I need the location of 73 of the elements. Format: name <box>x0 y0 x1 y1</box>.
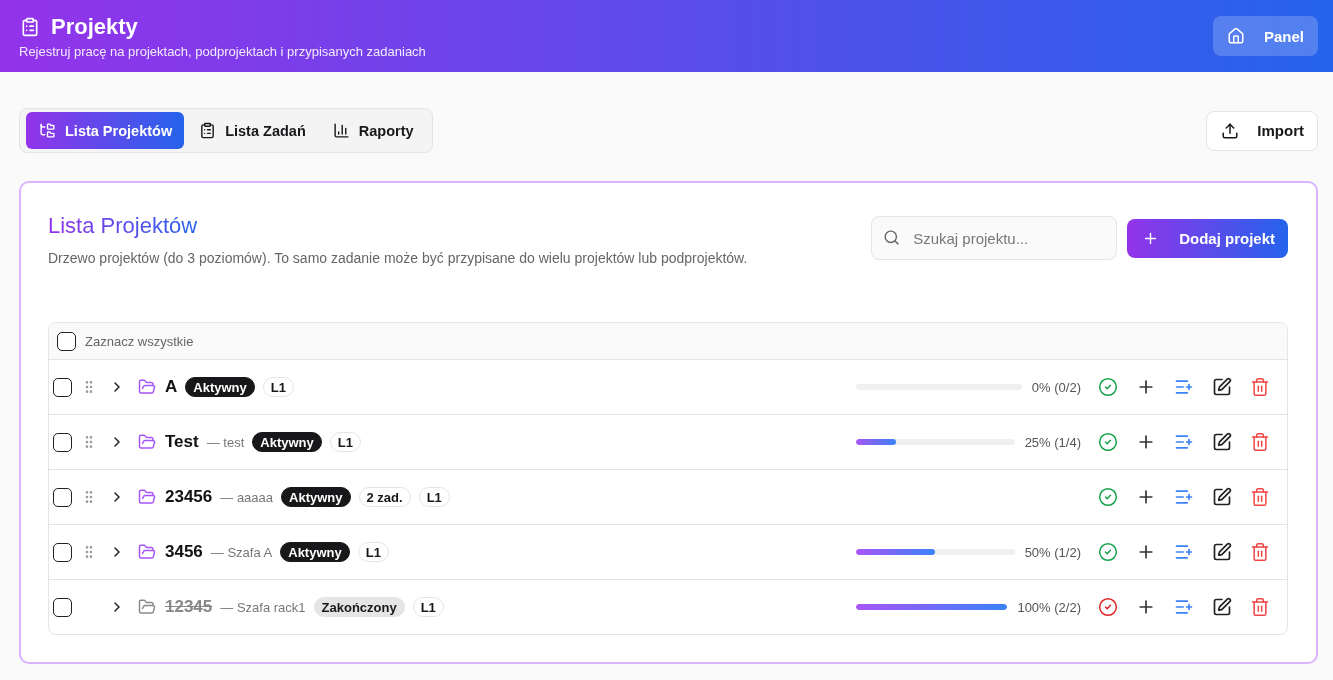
progress-reading: 0% (0/2) <box>1031 379 1081 395</box>
page-subtitle: Rejestruj pracę na projektach, podprojektach i przypisanych zadaniach <box>19 42 426 60</box>
clipboard-icon <box>199 122 217 139</box>
list-plus-icon[interactable] <box>1174 432 1194 452</box>
progress-reading: 25% (1/4) <box>1024 434 1081 450</box>
status-badge: Aktywny <box>185 377 255 397</box>
check-circle-icon[interactable] <box>1098 597 1118 617</box>
folder-icon <box>138 488 156 506</box>
progress-reading: 50% (1/2) <box>1024 544 1081 560</box>
progress-reading: 100% (2/2) <box>1017 599 1081 615</box>
list-plus-icon[interactable] <box>1174 487 1194 507</box>
check-circle-icon[interactable] <box>1098 487 1118 507</box>
row-checkbox[interactable] <box>53 542 72 562</box>
project-note: — Szafa A <box>210 544 273 560</box>
project-note: — Szafa rack1 <box>220 599 306 615</box>
project-name: Test <box>165 432 199 452</box>
status-badge: Aktywny <box>280 542 350 562</box>
add-project-button[interactable]: Dodaj projekt <box>1127 218 1288 258</box>
project-note: — aaaaa <box>220 489 274 505</box>
status-badge: Aktywny <box>281 487 351 507</box>
project-name: 12345 <box>165 597 213 617</box>
check-circle-icon[interactable] <box>1098 377 1118 397</box>
tree-icon <box>39 122 56 139</box>
tab[interactable]: Lista Zadań <box>186 112 318 149</box>
check-circle-icon[interactable] <box>1098 432 1118 452</box>
tab[interactable]: Lista Projektów <box>26 112 185 149</box>
project-name: A <box>165 377 178 397</box>
card-description: Drzewo projektów (do 3 poziomów). To samo zadanie może być przypisane do wielu projektów lub podprojektów. <box>48 249 748 268</box>
select-all-checkbox[interactable] <box>57 331 76 351</box>
upload-icon <box>1221 121 1240 140</box>
trash-icon[interactable] <box>1250 597 1270 617</box>
check-circle-icon[interactable] <box>1098 542 1118 562</box>
trash-icon[interactable] <box>1250 432 1270 452</box>
edit-icon[interactable] <box>1212 597 1232 617</box>
folder-icon <box>138 378 156 396</box>
project-name: 3456 <box>165 542 203 562</box>
level-badge: L1 <box>412 597 444 617</box>
row-checkbox[interactable] <box>53 487 72 507</box>
panel-button[interactable]: Panel <box>1212 16 1318 56</box>
level-badge: L1 <box>357 542 389 562</box>
folder-icon <box>138 598 156 616</box>
folder-icon <box>138 543 156 561</box>
bar-chart-icon <box>332 122 350 139</box>
search-icon <box>883 229 901 246</box>
home-icon <box>1226 27 1245 45</box>
level-badge: L1 <box>262 377 294 397</box>
page-title: Projekty <box>51 12 138 41</box>
task-count-badge: 2 zad. <box>358 487 411 507</box>
select-all-label: Zaznacz wszystkie <box>85 333 194 349</box>
trash-icon[interactable] <box>1250 487 1270 507</box>
search-field[interactable]: Szukaj projektu... <box>871 216 1118 260</box>
tab[interactable]: Raporty <box>319 112 426 149</box>
list-plus-icon[interactable] <box>1174 377 1194 397</box>
trash-icon[interactable] <box>1250 377 1270 397</box>
list-plus-icon[interactable] <box>1174 597 1194 617</box>
level-badge: L1 <box>329 432 361 452</box>
project-note: — test <box>206 434 245 450</box>
edit-icon[interactable] <box>1212 487 1232 507</box>
edit-icon[interactable] <box>1212 377 1232 397</box>
edit-icon[interactable] <box>1212 542 1232 562</box>
import-button[interactable]: Import <box>1206 110 1318 151</box>
status-badge: Zakończony <box>313 597 405 617</box>
clipboard-icon <box>20 16 40 37</box>
edit-icon[interactable] <box>1212 432 1232 452</box>
folder-icon <box>138 433 156 451</box>
row-checkbox[interactable] <box>53 597 72 617</box>
row-checkbox[interactable] <box>53 377 72 397</box>
trash-icon[interactable] <box>1250 542 1270 562</box>
status-badge: Aktywny <box>252 432 322 452</box>
level-badge: L1 <box>418 487 450 507</box>
project-name: 23456 <box>165 487 213 507</box>
list-plus-icon[interactable] <box>1174 542 1194 562</box>
row-checkbox[interactable] <box>53 432 72 452</box>
